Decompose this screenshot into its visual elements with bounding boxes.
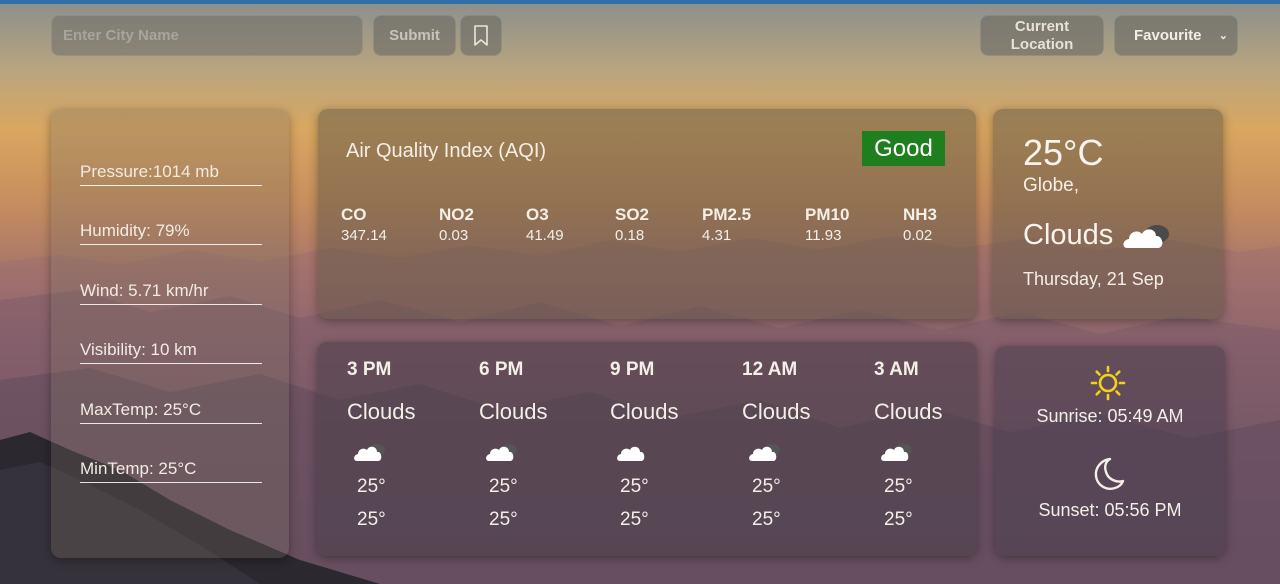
pollutant-name: SO2 — [615, 205, 650, 224]
forecast-low: 25° — [884, 509, 913, 530]
visibility-detail: Visibility: 10 km — [80, 340, 262, 364]
current-condition: Clouds — [1023, 219, 1175, 252]
pollutant-value: 0.02 — [903, 227, 933, 244]
current-weather-card: 25°C Globe, Clouds Thursday, 21 Sep — [993, 109, 1223, 319]
forecast-high: 25° — [620, 476, 649, 497]
current-temperature: 25°C — [1023, 132, 1104, 173]
cloud-icon — [1123, 224, 1170, 248]
forecast-low: 25° — [620, 509, 649, 530]
forecast-item: 6 PM Clouds 25° 25° — [479, 359, 589, 531]
pollutant-name: O3 — [526, 205, 549, 224]
forecast-condition: Clouds — [610, 399, 679, 424]
forecast-time: 6 PM — [479, 359, 524, 380]
forecast-low: 25° — [489, 509, 518, 530]
aqi-title: Air Quality Index (AQI) — [346, 140, 547, 162]
pollutant-pm25: PM2.5 4.31 — [702, 205, 751, 244]
pollutant-name: NO2 — [439, 205, 474, 224]
pollutant-nh3: NH3 0.02 — [903, 205, 937, 244]
pollutant-name: PM2.5 — [702, 205, 752, 224]
pressure-detail: Pressure:1014 mb — [80, 162, 262, 186]
current-location-button[interactable]: Current Location — [980, 15, 1104, 56]
bookmark-button[interactable] — [460, 15, 502, 56]
cloud-icon — [486, 444, 517, 461]
forecast-high: 25° — [357, 476, 386, 497]
pollutant-name: PM10 — [805, 205, 850, 224]
sunset-time: Sunset: 05:56 PM — [1038, 500, 1182, 520]
pollutant-o3: O3 41.49 — [526, 205, 564, 244]
city-name: Globe, — [1023, 175, 1079, 196]
pollutant-name: CO — [341, 205, 367, 224]
pollutant-pm10: PM10 11.93 — [805, 205, 849, 244]
forecast-low: 25° — [357, 509, 386, 530]
pollutant-value: 0.03 — [439, 227, 469, 244]
pollutant-value: 11.93 — [805, 227, 842, 244]
forecast-time: 9 PM — [610, 359, 655, 380]
forecast-condition: Clouds — [347, 399, 416, 424]
max-temp-detail: MaxTemp: 25°C — [80, 400, 262, 424]
forecast-low: 25° — [752, 509, 781, 530]
moon-icon — [1094, 457, 1125, 490]
pollutant-value: 0.18 — [615, 227, 645, 244]
forecast-condition: Clouds — [874, 399, 943, 424]
forecast-time: 12 AM — [742, 359, 798, 380]
cloud-icon — [354, 444, 385, 461]
pollutant-name: NH3 — [903, 205, 938, 224]
forecast-condition: Clouds — [479, 399, 548, 424]
forecast-time: 3 AM — [874, 359, 919, 380]
pollutant-co: CO 347.14 — [341, 205, 387, 244]
pollutant-no2: NO2 0.03 — [439, 205, 474, 244]
forecast-time: 3 PM — [347, 359, 392, 380]
wind-detail: Wind: 5.71 km/hr — [80, 281, 262, 305]
pollutant-so2: SO2 0.18 — [615, 205, 649, 244]
aqi-card: Air Quality Index (AQI) Good CO 347.14 N… — [318, 109, 976, 319]
aqi-status-badge: Good — [862, 131, 945, 166]
submit-button[interactable]: Submit — [373, 15, 456, 56]
cloud-icon — [749, 444, 780, 461]
favourite-select[interactable]: Favourite ⌄ — [1114, 15, 1238, 56]
current-condition-label: Clouds — [1023, 219, 1114, 251]
forecast-item: 9 PM Clouds 25° 25° — [610, 359, 720, 531]
cloud-icon — [881, 444, 912, 461]
hourly-forecast-card: 3 PM Clouds 25° 25° 6 PM Clouds 25° 25° … — [317, 342, 977, 556]
weather-details-card: Pressure:1014 mb Humidity: 79% Wind: 5.7… — [51, 110, 289, 558]
forecast-high: 25° — [884, 476, 913, 497]
pollutant-value: 4.31 — [702, 227, 732, 244]
pollutant-value: 41.49 — [526, 227, 564, 244]
forecast-condition: Clouds — [742, 399, 811, 424]
min-temp-detail: MinTemp: 25°C — [80, 459, 262, 483]
chevron-down-icon: ⌄ — [1218, 30, 1228, 42]
bookmark-icon — [474, 24, 488, 46]
city-search-input[interactable] — [51, 15, 363, 56]
pollutant-value: 347.14 — [341, 227, 387, 244]
forecast-high: 25° — [752, 476, 781, 497]
forecast-item: 3 AM Clouds 25° 25° — [874, 359, 984, 531]
current-date: Thursday, 21 Sep — [1023, 269, 1164, 289]
forecast-item: 12 AM Clouds 25° 25° — [742, 359, 852, 531]
humidity-detail: Humidity: 79% — [80, 221, 262, 245]
sunrise-time: Sunrise: 05:49 AM — [1036, 406, 1184, 426]
sun-times-card: Sunrise: 05:49 AM Sunset: 05:56 PM — [995, 346, 1225, 556]
favourite-select-label: Favourite — [1134, 27, 1202, 44]
sun-icon — [1090, 365, 1126, 401]
cloud-icon — [617, 446, 645, 461]
forecast-high: 25° — [489, 476, 518, 497]
forecast-item: 3 PM Clouds 25° 25° — [347, 359, 457, 531]
